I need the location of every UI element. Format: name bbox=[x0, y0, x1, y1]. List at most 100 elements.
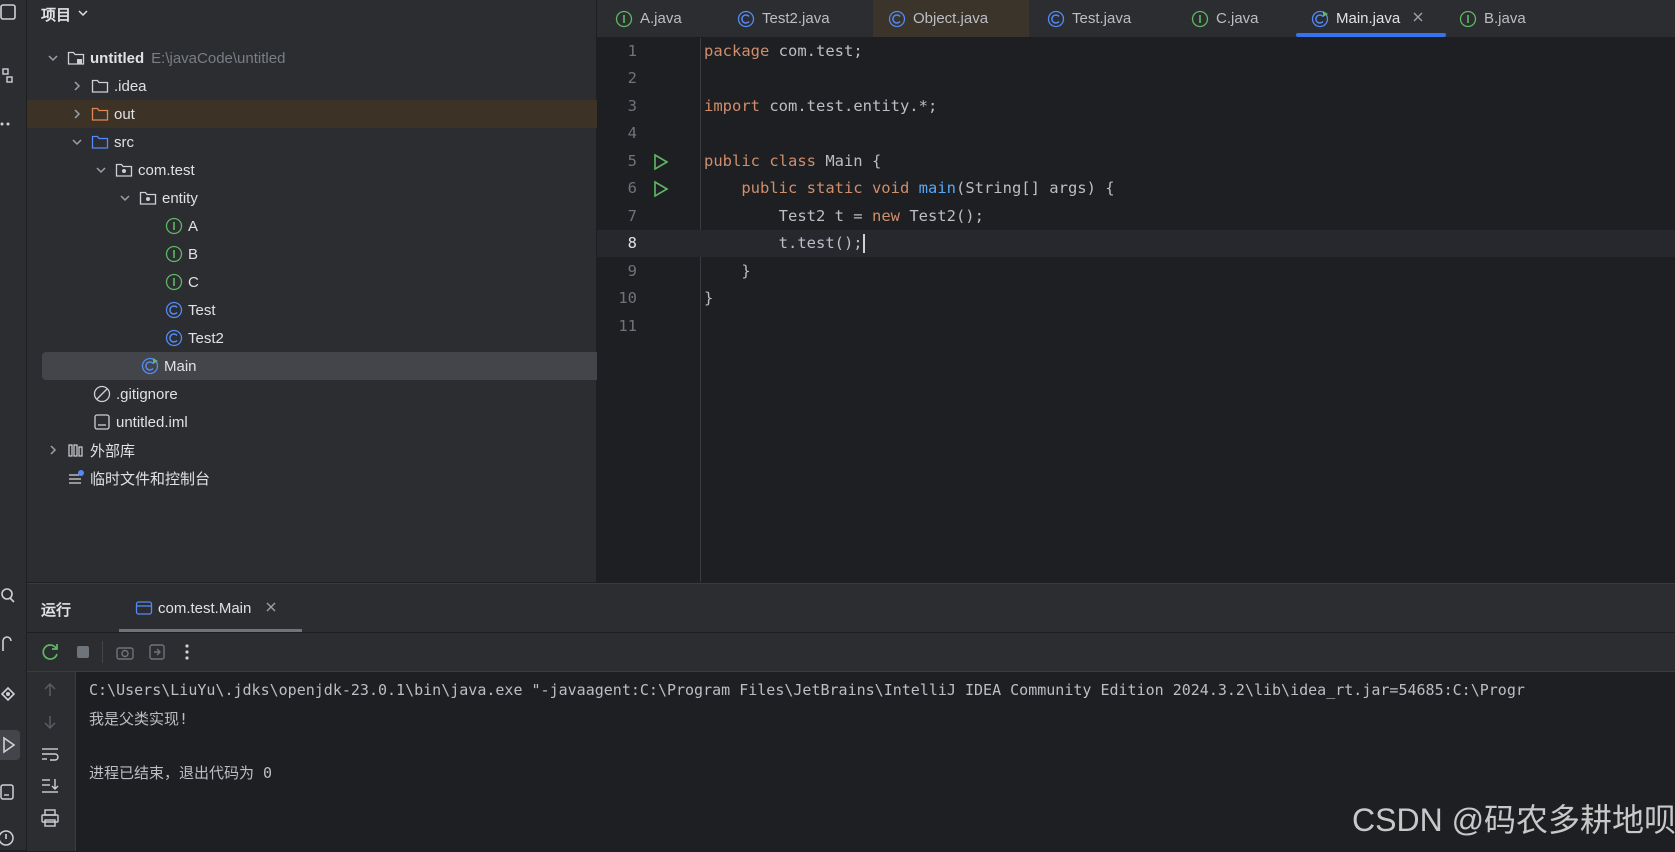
code-plain: t.test(); bbox=[704, 234, 863, 252]
line-number: 5 bbox=[627, 152, 637, 170]
tab-test2-java[interactable]: Test2.java bbox=[737, 0, 830, 37]
services-icon[interactable] bbox=[0, 684, 20, 704]
ignored-file-icon bbox=[93, 385, 111, 403]
chevron-down-icon[interactable] bbox=[69, 134, 85, 150]
tab-label: A.java bbox=[640, 10, 682, 27]
code-line-current[interactable]: 8 t.test(); bbox=[597, 230, 1675, 257]
tree-item-external-libraries[interactable]: 外部库 bbox=[27, 436, 614, 464]
search-icon[interactable] bbox=[0, 586, 20, 606]
code-line[interactable]: 11 bbox=[597, 313, 1675, 340]
tree-item-scratches[interactable]: 临时文件和控制台 bbox=[27, 464, 636, 492]
code-plain: Main { bbox=[815, 152, 882, 170]
chevron-down-icon[interactable] bbox=[117, 190, 133, 206]
line-number: 4 bbox=[627, 124, 637, 142]
scroll-to-end-icon[interactable] bbox=[40, 776, 60, 800]
chevron-down-icon[interactable] bbox=[45, 50, 61, 66]
tab-label: Test.java bbox=[1072, 10, 1132, 27]
toolbar-divider bbox=[102, 641, 103, 663]
code-line[interactable]: 3 import com.test.entity.*; bbox=[597, 93, 1675, 120]
tree-item-label: C bbox=[188, 273, 199, 291]
rerun-icon[interactable] bbox=[41, 642, 61, 666]
library-icon bbox=[67, 441, 85, 459]
tree-item-src[interactable]: src bbox=[27, 128, 638, 156]
source-folder-icon bbox=[91, 133, 109, 151]
arrow-up-icon[interactable] bbox=[40, 680, 60, 704]
code-line[interactable]: 2 bbox=[597, 65, 1675, 92]
chevron-down-icon bbox=[77, 6, 89, 23]
code-line[interactable]: 7 Test2 t = new Test2(); bbox=[597, 203, 1675, 230]
project-panel: 项目 untitled E:\javaCode\untitled .idea o… bbox=[27, 0, 682, 582]
code-line[interactable]: 5 public class Main { bbox=[597, 148, 1675, 175]
chevron-right-icon[interactable] bbox=[45, 442, 61, 458]
module-file-icon bbox=[93, 413, 111, 431]
tree-item-untitled[interactable]: untitled E:\javaCode\untitled bbox=[27, 44, 614, 72]
tree-item-main[interactable]: Main bbox=[42, 352, 682, 380]
line-number: 7 bbox=[627, 207, 637, 225]
package-icon bbox=[115, 161, 133, 179]
class-icon bbox=[165, 329, 183, 347]
code-line[interactable]: 1 package com.test; bbox=[597, 38, 1675, 65]
project-panel-header[interactable]: 项目 bbox=[41, 4, 89, 25]
tab-c-java[interactable]: C.java bbox=[1191, 0, 1259, 37]
code-plain: (String[] args) { bbox=[955, 179, 1115, 197]
code-text: import com.test.entity.*; bbox=[704, 93, 937, 120]
run-tool-icon[interactable] bbox=[0, 730, 20, 760]
code-line[interactable]: 10 } bbox=[597, 285, 1675, 312]
run-config-tab[interactable]: com.test.Main bbox=[107, 584, 302, 632]
run-gutter-icon[interactable] bbox=[652, 153, 670, 175]
code-keyword: new bbox=[871, 207, 900, 225]
more-options-icon[interactable] bbox=[177, 642, 197, 666]
tab-label: B.java bbox=[1484, 10, 1526, 27]
module-folder-icon bbox=[67, 49, 85, 67]
terminal-icon[interactable] bbox=[0, 782, 20, 802]
tree-item-entity[interactable]: entity bbox=[27, 184, 686, 212]
package-icon bbox=[139, 189, 157, 207]
tab-object-java[interactable]: Object.java bbox=[873, 0, 1029, 37]
commit-icon[interactable] bbox=[0, 634, 20, 654]
project-tool-icon[interactable] bbox=[0, 2, 20, 22]
tree-item-iml[interactable]: untitled.iml bbox=[27, 408, 662, 436]
tree-item-gitignore[interactable]: .gitignore bbox=[27, 380, 662, 408]
stop-icon[interactable] bbox=[73, 642, 93, 666]
tree-item-label: out bbox=[114, 105, 135, 123]
scratches-icon bbox=[67, 469, 85, 487]
code-line[interactable]: 9 } bbox=[597, 258, 1675, 285]
chevron-right-icon[interactable] bbox=[69, 106, 85, 122]
code-keyword: import bbox=[704, 97, 760, 115]
tree-item-com-test[interactable]: com.test bbox=[27, 156, 662, 184]
folder-icon bbox=[91, 77, 109, 95]
chevron-down-icon[interactable] bbox=[93, 162, 109, 178]
tab-main-java[interactable]: Main.java bbox=[1311, 0, 1424, 37]
excluded-folder-icon bbox=[91, 105, 109, 123]
run-side-toolbar bbox=[27, 672, 76, 851]
structure-tool-icon[interactable] bbox=[0, 66, 20, 86]
problems-icon[interactable] bbox=[0, 828, 20, 848]
restore-layout-icon[interactable] bbox=[147, 642, 167, 666]
arrow-down-icon[interactable] bbox=[40, 712, 60, 736]
chevron-right-icon[interactable] bbox=[69, 78, 85, 94]
interface-icon bbox=[1459, 10, 1477, 28]
interface-icon bbox=[615, 10, 633, 28]
tree-item-idea[interactable]: .idea bbox=[27, 72, 638, 100]
tab-b-java[interactable]: B.java bbox=[1459, 0, 1526, 37]
run-tab-label: com.test.Main bbox=[158, 599, 252, 617]
line-number: 3 bbox=[627, 97, 637, 115]
code-line[interactable]: 6 public static void main(String[] args)… bbox=[597, 175, 1675, 202]
tab-test-java[interactable]: Test.java bbox=[1047, 0, 1131, 37]
run-gutter-icon[interactable] bbox=[652, 180, 670, 202]
soft-wrap-icon[interactable] bbox=[40, 744, 60, 768]
close-icon[interactable] bbox=[265, 600, 277, 617]
class-icon bbox=[165, 301, 183, 319]
tree-item-label: Test2 bbox=[188, 329, 224, 347]
more-tools-icon[interactable] bbox=[0, 112, 20, 132]
close-icon[interactable] bbox=[1412, 10, 1424, 27]
code-line[interactable]: 4 bbox=[597, 120, 1675, 147]
code-text: package com.test; bbox=[704, 38, 863, 65]
tree-item-label: .idea bbox=[114, 77, 147, 95]
tree-item-label: entity bbox=[162, 189, 198, 207]
print-icon[interactable] bbox=[40, 808, 60, 832]
tree-item-out[interactable]: out bbox=[27, 100, 638, 128]
tab-a-java[interactable]: A.java bbox=[615, 0, 682, 37]
camera-icon[interactable] bbox=[115, 642, 135, 666]
runnable-class-icon bbox=[141, 357, 159, 375]
